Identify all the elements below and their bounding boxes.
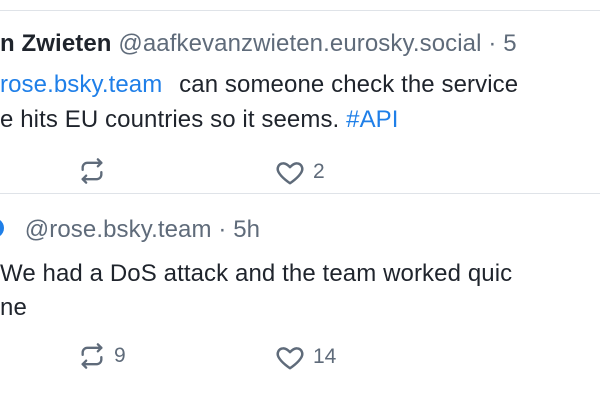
post-2-like-button[interactable]: 14 xyxy=(275,342,336,372)
post-1-like-button[interactable]: 2 xyxy=(275,157,325,187)
post-divider xyxy=(0,193,600,194)
post-1-text: can someone check the service xyxy=(179,71,519,98)
post-1-text-line-1: rose.bsky.team can someone check the ser… xyxy=(0,69,518,101)
post-2-text: We had a DoS attack and the team worked … xyxy=(0,260,513,287)
post-1-hashtag[interactable]: #API xyxy=(346,106,398,133)
heart-icon xyxy=(276,347,304,370)
post-2-text-line-2: ne xyxy=(0,292,27,324)
post-2-repost-count: 9 xyxy=(114,344,126,367)
repost-icon xyxy=(81,343,103,369)
post-1-header: n Zwieten @aafkevanzwieten.eurosky.socia… xyxy=(0,28,517,60)
repost-icon xyxy=(81,158,103,184)
heart-icon xyxy=(276,162,304,185)
post-1-timestamp[interactable]: · 5 xyxy=(488,30,516,57)
post-2-text-2: ne xyxy=(0,294,27,321)
post-1-like-count: 2 xyxy=(313,160,325,183)
post-1-repost-button[interactable] xyxy=(78,157,114,185)
post-1-author-name[interactable]: n Zwieten xyxy=(0,30,112,57)
post-1-mention[interactable]: rose.bsky.team xyxy=(0,71,162,98)
top-divider xyxy=(0,10,600,11)
post-2-header: @rose.bsky.team · 5h xyxy=(0,214,260,246)
post-2-like-count: 14 xyxy=(313,345,337,368)
post-1-text-2: e hits EU countries so it seems. xyxy=(0,106,340,133)
post-1-text-line-2: e hits EU countries so it seems. #API xyxy=(0,104,399,136)
post-2-author-handle[interactable]: @rose.bsky.team xyxy=(25,216,212,243)
post-1-author-handle[interactable]: @aafkevanzwieten.eurosky.social xyxy=(118,30,481,57)
verified-badge-icon xyxy=(0,220,5,236)
post-2-repost-button[interactable]: 9 xyxy=(78,342,126,370)
post-2-text-line-1: We had a DoS attack and the team worked … xyxy=(0,258,512,290)
post-2-timestamp[interactable]: · 5h xyxy=(218,216,260,243)
